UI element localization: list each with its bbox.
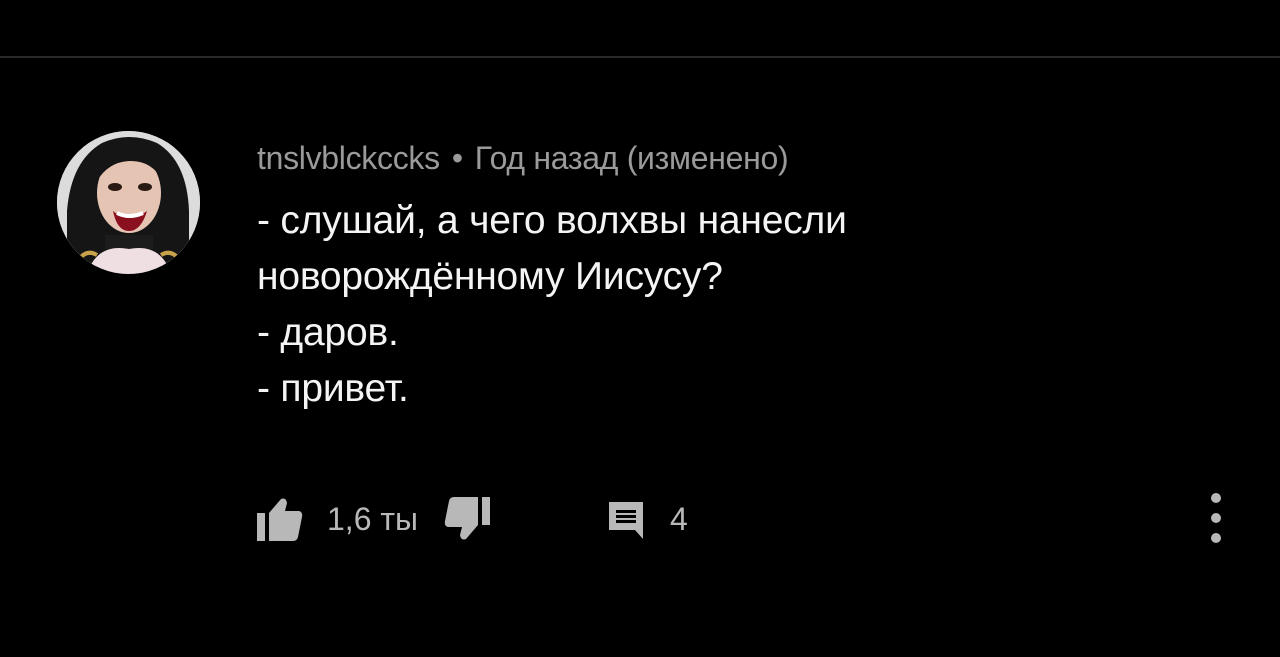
more-vertical-icon xyxy=(1211,493,1221,543)
like-count: 1,6 ты xyxy=(327,500,419,537)
comment-actions: 1,6 ты 4 xyxy=(257,494,688,544)
reply-count: 4 xyxy=(670,500,688,537)
like-button[interactable] xyxy=(257,494,303,544)
avatar[interactable] xyxy=(57,131,200,274)
comment-line: - привет. xyxy=(257,367,409,410)
comment-timestamp: Год назад (изменено) xyxy=(474,140,789,176)
comment-line: - даров. xyxy=(257,311,399,354)
comment-line: новорождённому Иисусу? xyxy=(257,255,723,298)
more-options-button[interactable] xyxy=(1200,490,1232,546)
comment-text: - слушай, а чего волхвы нанесли новорожд… xyxy=(257,193,1157,417)
reply-button[interactable] xyxy=(606,494,646,544)
top-divider xyxy=(0,56,1280,58)
thumbs-up-icon xyxy=(257,498,303,541)
comment-icon xyxy=(609,502,644,539)
avatar-photo xyxy=(57,131,200,274)
dislike-button[interactable] xyxy=(444,494,491,544)
comment: tnslvblckccks • Год назад (изменено) - слу… xyxy=(257,138,1157,417)
thumbs-down-icon xyxy=(444,497,491,540)
comment-line: - слушай, а чего волхвы нанесли xyxy=(257,199,847,242)
meta-separator: • xyxy=(451,140,463,176)
comment-meta: tnslvblckccks • Год назад (изменено) xyxy=(257,138,1157,178)
author-name[interactable]: tnslvblckccks xyxy=(257,140,440,176)
